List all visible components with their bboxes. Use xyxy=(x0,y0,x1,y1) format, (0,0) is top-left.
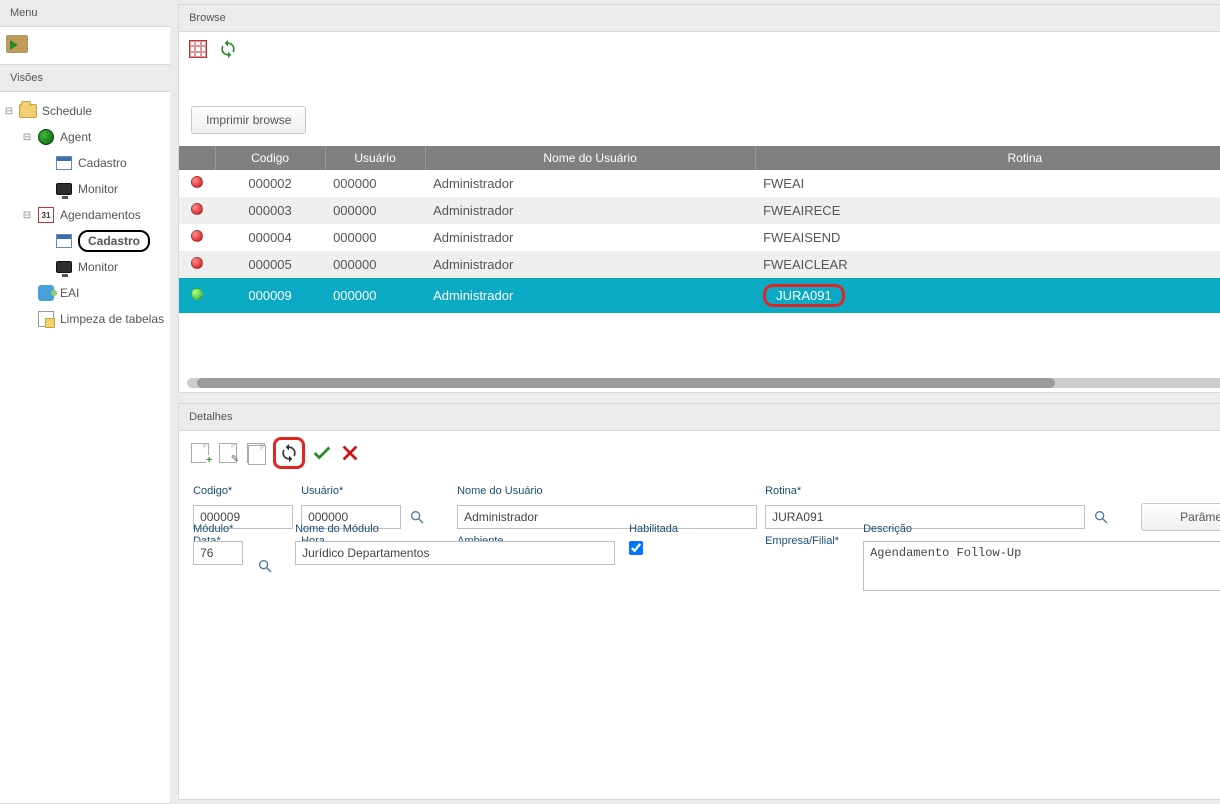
visoes-panel-title: Visões xyxy=(0,65,170,92)
details-title: Detalhes xyxy=(179,404,1220,431)
nome-modulo-field[interactable] xyxy=(295,541,615,565)
habilitada-checkbox[interactable] xyxy=(629,541,643,555)
tree-item-schedule[interactable]: ⊟Schedule xyxy=(0,98,170,124)
label-rotina: Rotina* xyxy=(765,485,1133,499)
refresh-record-highlight xyxy=(273,437,305,469)
tree-item-eai[interactable]: EAI xyxy=(0,280,170,306)
clean-icon xyxy=(36,309,56,329)
calendar-icon xyxy=(36,205,56,225)
grid-col-2[interactable]: Usuário xyxy=(325,146,425,170)
copy-record-icon[interactable] xyxy=(245,442,267,464)
label-nome-usuario: Nome do Usuário xyxy=(457,485,757,499)
status-dot-icon xyxy=(191,288,203,300)
status-dot-icon xyxy=(191,176,203,188)
status-dot-icon xyxy=(191,203,203,215)
rotina-callout: JURA091 xyxy=(763,284,845,307)
grid-row[interactable]: 000004000000AdministradorFWEAISEND xyxy=(179,224,1220,251)
confirm-icon[interactable] xyxy=(311,442,333,464)
horizontal-scrollbar[interactable] xyxy=(179,376,1220,392)
label-modulo-real: Módulo* xyxy=(193,523,281,537)
status-dot-icon xyxy=(191,257,203,269)
agent-icon xyxy=(36,127,56,147)
grid-col-3[interactable]: Nome do Usuário xyxy=(425,146,755,170)
grid-row[interactable]: 000009000000AdministradorJURA091 xyxy=(179,278,1220,313)
tree-item-label: Agendamentos xyxy=(60,208,141,222)
grid-icon xyxy=(54,231,74,251)
grid-icon xyxy=(54,153,74,173)
puzzle-icon xyxy=(36,283,56,303)
tree-item-label: Cadastro xyxy=(78,230,150,252)
grid-col-1[interactable]: Codigo xyxy=(215,146,325,170)
descricao-field[interactable] xyxy=(863,541,1220,591)
label-descricao: Descrição xyxy=(863,523,1220,537)
status-dot-icon xyxy=(191,230,203,242)
new-record-icon[interactable] xyxy=(189,442,211,464)
tree-item-agendamentos-monitor[interactable]: Monitor xyxy=(0,254,170,280)
refresh-record-icon[interactable] xyxy=(278,442,300,464)
grid-col-0[interactable] xyxy=(179,146,215,170)
tree-item-label: EAI xyxy=(60,286,79,300)
grid-row[interactable]: 000002000000AdministradorFWEAI xyxy=(179,170,1220,197)
label-codigo: Codigo* xyxy=(193,485,293,499)
label-nome-modulo-real: Nome do Módulo xyxy=(295,523,615,537)
tree-item-label: Agent xyxy=(60,130,91,144)
grid-col-4[interactable]: Rotina xyxy=(755,146,1220,170)
monitor-icon xyxy=(54,257,74,277)
grid-settings-icon[interactable] xyxy=(187,38,209,60)
tree-item-agent-monitor[interactable]: Monitor xyxy=(0,176,170,202)
tree-item-label: Cadastro xyxy=(78,156,127,170)
edit-record-icon[interactable] xyxy=(217,442,239,464)
exit-icon[interactable] xyxy=(6,35,28,53)
cancel-icon[interactable] xyxy=(339,442,361,464)
label-usuario: Usuário* xyxy=(301,485,449,499)
folder-icon xyxy=(18,101,38,121)
tree-item-agendamentos-cadastro[interactable]: Cadastro xyxy=(0,228,170,254)
tree-item-label: Monitor xyxy=(78,182,118,196)
menu-panel-title: Menu xyxy=(0,0,170,27)
print-browse-button[interactable]: Imprimir browse xyxy=(191,106,306,134)
nav-tree: ⊟Schedule⊟Agent Cadastro Monitor ⊟Agendamen… xyxy=(0,92,170,804)
tree-item-limpeza[interactable]: Limpeza de tabelas xyxy=(0,306,170,332)
tree-item-label: Schedule xyxy=(42,104,92,118)
tree-item-label: Limpeza de tabelas xyxy=(60,312,164,326)
tree-item-agent[interactable]: ⊟Agent xyxy=(0,124,170,150)
modulo-field[interactable] xyxy=(193,541,243,565)
browse-title: Browse xyxy=(179,5,1220,32)
monitor-icon xyxy=(54,179,74,199)
tree-item-label: Monitor xyxy=(78,260,118,274)
label-habilitada: Habilitada xyxy=(629,523,849,537)
browse-grid: CodigoUsuárioNome do UsuárioRotina 00000… xyxy=(179,146,1220,313)
grid-row[interactable]: 000003000000AdministradorFWEAIRECE xyxy=(179,197,1220,224)
browse-panel: Browse Imprimir browse CodigoUsuárioNome… xyxy=(178,4,1220,393)
modulo-search-icon[interactable] xyxy=(257,558,273,574)
details-panel: Detalhes Codigo* xyxy=(178,403,1220,800)
sidebar: Menu Visões ⊟Schedule⊟Agent Cadastro Monit… xyxy=(0,0,170,804)
tree-item-agendamentos[interactable]: ⊟Agendamentos xyxy=(0,202,170,228)
grid-row[interactable]: 000005000000AdministradorFWEAICLEAR xyxy=(179,251,1220,278)
tree-item-agent-cadastro[interactable]: Cadastro xyxy=(0,150,170,176)
refresh-icon[interactable] xyxy=(217,38,239,60)
